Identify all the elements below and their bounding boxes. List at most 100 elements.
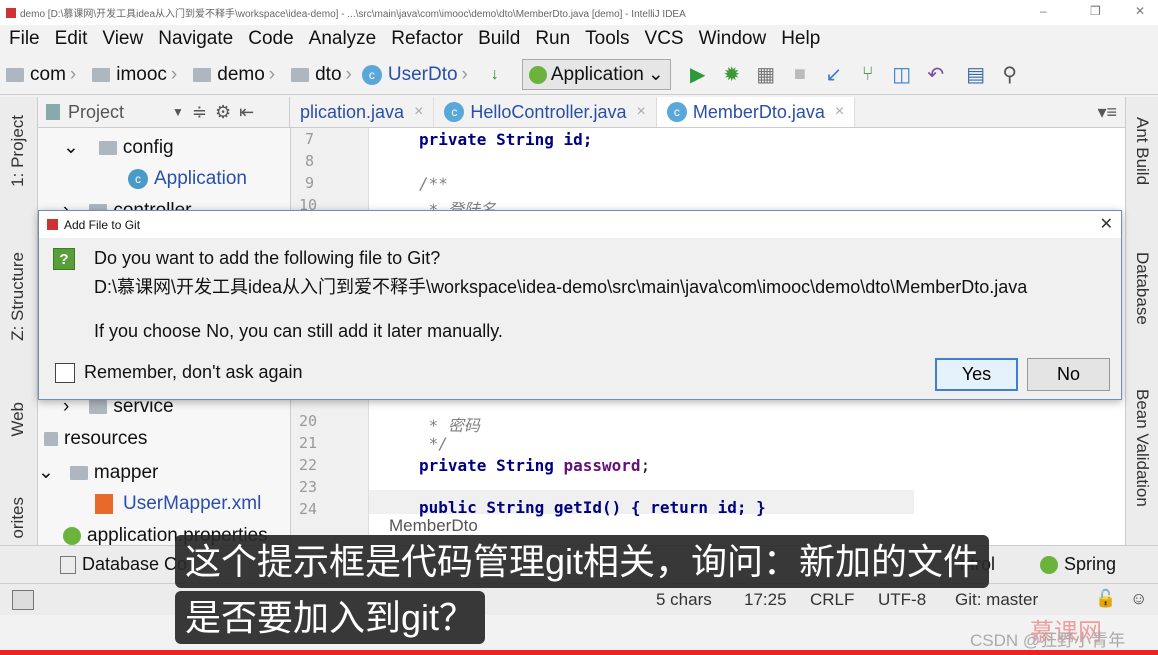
tree-label: Application (154, 168, 247, 189)
menu-build[interactable]: Build (478, 28, 520, 50)
no-button[interactable]: No (1027, 358, 1110, 391)
coverage-icon[interactable]: ▦ (753, 62, 779, 88)
menu-view[interactable]: View (102, 28, 143, 50)
run-config-label: Application (550, 63, 644, 85)
tree-item-application[interactable]: c Application (128, 168, 247, 190)
revert-icon[interactable]: ↶ (923, 62, 949, 88)
title-bar: demo [D:\慕课网\开发工具idea从入门到爱不释手\workspace\… (0, 0, 1158, 25)
vcs-history-icon[interactable]: ◫ (889, 62, 915, 88)
git-branch[interactable]: Git: master (955, 590, 1038, 610)
search-icon[interactable]: ⚲ (997, 62, 1023, 88)
chevron-right-icon: › (345, 63, 352, 85)
menu-tools[interactable]: Tools (585, 28, 629, 50)
close-icon[interactable]: × (835, 103, 844, 121)
menu-window[interactable]: Window (699, 28, 767, 50)
folder-icon (92, 67, 111, 82)
code-token: password (563, 456, 641, 475)
menu-edit[interactable]: Edit (55, 28, 88, 50)
tab-member-dto[interactable]: c MemberDto.java × (656, 97, 856, 127)
tab-application[interactable]: plication.java × (290, 97, 435, 127)
project-structure-icon[interactable]: ▤ (963, 62, 989, 88)
breadcrumb-label: dto (315, 63, 342, 85)
tree-item-mapper[interactable]: ⌄ mapper (38, 461, 158, 484)
tool-project[interactable]: 1: Project (8, 115, 28, 187)
tool-structure[interactable]: Z: Structure (8, 252, 28, 341)
code-line: * 密码 (419, 416, 480, 435)
tool-database-console[interactable]: Database Co (60, 554, 187, 575)
breadcrumb-dto[interactable]: dto › (285, 64, 356, 86)
class-icon: c (444, 102, 465, 122)
chevron-right-icon: › (461, 63, 468, 85)
tool-favorites[interactable]: orites (8, 497, 28, 539)
breadcrumb-com[interactable]: com › (0, 64, 80, 86)
tab-label: MemberDto.java (692, 101, 825, 122)
breadcrumb-imooc[interactable]: imooc › (86, 64, 181, 86)
stop-icon[interactable]: ■ (787, 62, 813, 88)
tree-label: mapper (93, 461, 159, 483)
tree-item-usermapper-xml[interactable]: UserMapper.xml (95, 493, 261, 515)
code-line: public String getId() { return id; } (419, 498, 766, 517)
expand-arrow-icon[interactable]: ⌄ (38, 461, 54, 484)
project-view-select[interactable]: Project (68, 102, 124, 123)
vcs-commit-icon[interactable]: ⑂ (855, 62, 881, 88)
breadcrumb-label: UserDto (387, 63, 458, 85)
selection-count: 5 chars (656, 590, 712, 609)
dropdown-icon[interactable]: ▼ (172, 105, 184, 119)
close-icon[interactable]: ✕ (1100, 214, 1113, 234)
tree-item-resources[interactable]: resources (38, 428, 147, 450)
gear-icon[interactable]: ⚙ (215, 102, 231, 123)
expand-arrow-icon[interactable]: ⌄ (63, 136, 79, 159)
menu-help[interactable]: Help (781, 28, 820, 50)
menu-code[interactable]: Code (248, 28, 293, 50)
debug-icon[interactable]: ✹ (719, 62, 745, 88)
menu-navigate[interactable]: Navigate (158, 28, 233, 50)
project-panel-header: Project ▼ ≑ ⚙ ⇤ (38, 97, 290, 127)
tree-item-config[interactable]: ⌄ config (63, 136, 174, 159)
line-separator[interactable]: CRLF (810, 590, 854, 610)
run-icon[interactable]: ▶ (685, 62, 711, 88)
close-icon[interactable]: × (636, 103, 645, 121)
close-window-button[interactable]: ✕ (1135, 4, 1145, 18)
menu-refactor[interactable]: Refactor (391, 28, 463, 50)
yes-button[interactable]: Yes (935, 358, 1018, 391)
tool-web[interactable]: Web (8, 402, 28, 437)
tree-label: UserMapper.xml (123, 493, 262, 514)
tool-label: Database Co (82, 554, 188, 574)
tool-ant-build[interactable]: Ant Build (1132, 117, 1152, 185)
dialog-file-path: D:\慕课网\开发工具idea从入门到爱不释手\workspace\idea-d… (94, 277, 1028, 297)
tool-spring[interactable]: Spring (1040, 554, 1116, 575)
class-icon: c (361, 64, 382, 85)
menu-vcs[interactable]: VCS (645, 28, 684, 50)
inspector-icon[interactable]: ☺ (1130, 589, 1147, 609)
line-number: 24 (299, 500, 318, 518)
tab-list-icon[interactable]: ▾≡ (1097, 102, 1117, 123)
menu-file[interactable]: File (9, 28, 40, 50)
collapse-icon[interactable]: ≑ (192, 102, 207, 123)
vcs-update-icon[interactable]: ↙ (821, 62, 847, 88)
breadcrumb-userdto[interactable]: c UserDto › (361, 63, 472, 86)
editor-breadcrumb[interactable]: MemberDto (389, 516, 478, 536)
run-config-select[interactable]: Application ⌄ (521, 59, 671, 90)
breadcrumb-demo[interactable]: demo › (187, 64, 279, 86)
lock-icon[interactable]: 🔓 (1095, 589, 1116, 609)
question-icon: ? (53, 248, 75, 270)
line-number: 23 (299, 478, 318, 496)
sort-icon[interactable]: ↓ (482, 62, 508, 88)
minimize-button[interactable]: – (1040, 4, 1047, 18)
hide-icon[interactable]: ⇤ (239, 102, 254, 123)
tree-label: config (122, 136, 174, 158)
remember-checkbox[interactable] (55, 363, 75, 383)
tool-database[interactable]: Database (1132, 252, 1152, 325)
file-encoding[interactable]: UTF-8 (878, 590, 926, 610)
folder-icon (98, 140, 117, 155)
remember-label[interactable]: Remember, don't ask again (84, 362, 303, 383)
close-icon[interactable]: × (414, 103, 423, 121)
menu-analyze[interactable]: Analyze (309, 28, 377, 50)
folder-icon (193, 67, 212, 82)
caret-position[interactable]: 17:25 (744, 590, 787, 610)
tool-bean-validation[interactable]: Bean Validation (1132, 389, 1152, 507)
tab-hello-controller[interactable]: c HelloController.java × (434, 97, 657, 127)
menu-run[interactable]: Run (535, 28, 570, 50)
code-token: ; (640, 456, 651, 475)
restore-button[interactable]: ❐ (1090, 4, 1101, 18)
